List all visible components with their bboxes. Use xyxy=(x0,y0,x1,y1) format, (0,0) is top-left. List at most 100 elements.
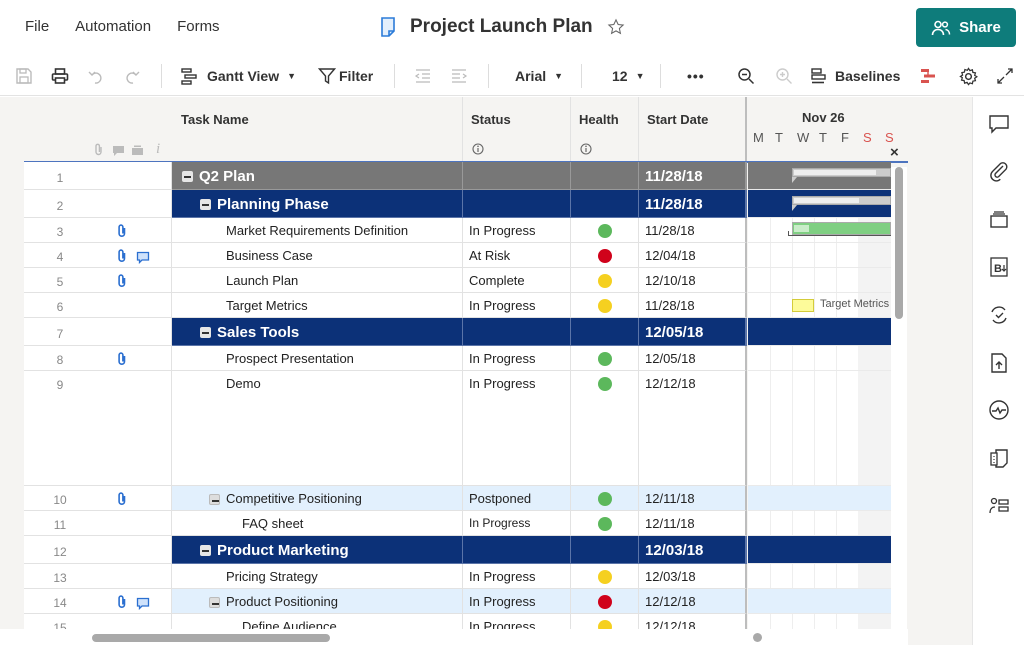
attachment-icon[interactable] xyxy=(116,274,128,288)
gantt-task-bar[interactable] xyxy=(792,222,891,235)
start-date-cell[interactable]: 12/12/18 xyxy=(639,371,747,486)
status-cell[interactable]: In Progress xyxy=(463,511,571,536)
start-date-cell[interactable]: 12/11/18 xyxy=(639,511,747,536)
activity-log-icon[interactable] xyxy=(988,399,1010,421)
table-row[interactable]: 5 Launch Plan Complete 12/10/18 xyxy=(24,268,747,293)
critical-path-button[interactable] xyxy=(919,56,937,96)
attachment-icon[interactable] xyxy=(116,352,128,366)
zoom-in-button[interactable] xyxy=(775,56,793,96)
indent-button[interactable] xyxy=(450,56,468,96)
start-date-cell[interactable]: 12/10/18 xyxy=(639,268,747,293)
health-cell[interactable] xyxy=(571,293,639,318)
menu-file[interactable]: File xyxy=(25,18,49,35)
publish-icon[interactable] xyxy=(988,352,1010,374)
health-cell[interactable] xyxy=(571,371,639,486)
health-cell[interactable] xyxy=(571,346,639,371)
start-date-cell[interactable]: 11/28/18 xyxy=(639,190,747,218)
start-date-cell[interactable]: 12/12/18 xyxy=(639,589,747,614)
collapse-toggle-icon[interactable] xyxy=(200,199,211,210)
attachment-icon[interactable] xyxy=(116,249,128,263)
health-cell[interactable] xyxy=(571,564,639,589)
table-row[interactable]: 4 Business Case At Risk 12/04/18 xyxy=(24,243,747,268)
favorite-star-icon[interactable] xyxy=(607,18,625,36)
comment-icon[interactable] xyxy=(136,597,150,610)
horizontal-scroll-thumb[interactable] xyxy=(92,634,330,642)
health-cell[interactable] xyxy=(571,486,639,511)
vertical-scrollbar[interactable] xyxy=(891,167,907,637)
update-requests-icon[interactable] xyxy=(988,304,1010,326)
baselines-button[interactable]: Baselines xyxy=(810,56,900,96)
close-icon[interactable]: × xyxy=(890,144,899,161)
attachment-icon[interactable] xyxy=(116,595,128,609)
status-cell[interactable]: At Risk xyxy=(463,243,571,268)
table-row[interactable]: 10 Competitive Positioning Postponed 12/11/… xyxy=(24,486,747,511)
task-name-cell[interactable]: Demo xyxy=(172,371,463,486)
status-cell[interactable]: Postponed xyxy=(463,486,571,511)
collapse-toggle-icon[interactable] xyxy=(200,327,211,338)
start-date-cell[interactable]: 12/05/18 xyxy=(639,346,747,371)
task-name-cell[interactable]: Business Case xyxy=(172,243,463,268)
attachments-icon[interactable] xyxy=(988,160,1010,182)
start-date-cell[interactable]: 12/04/18 xyxy=(639,243,747,268)
comment-icon[interactable] xyxy=(136,251,150,264)
share-button[interactable]: Share xyxy=(916,8,1016,47)
status-cell[interactable]: In Progress xyxy=(463,589,571,614)
table-row[interactable]: 12 Product Marketing 12/03/18 xyxy=(24,536,747,564)
table-row[interactable]: 6 Target Metrics In Progress 11/28/18 xyxy=(24,293,747,318)
table-row[interactable]: 7 Sales Tools 12/05/18 xyxy=(24,318,747,346)
info-icon[interactable] xyxy=(472,143,484,155)
status-cell[interactable]: Complete xyxy=(463,268,571,293)
column-header-health[interactable]: Health xyxy=(571,97,639,162)
summary-icon[interactable] xyxy=(988,447,1010,469)
comments-icon[interactable] xyxy=(988,113,1010,135)
task-name-cell[interactable]: Target Metrics xyxy=(172,293,463,318)
health-cell[interactable] xyxy=(571,318,639,346)
status-cell[interactable]: In Progress xyxy=(463,564,571,589)
collapse-toggle-icon[interactable] xyxy=(200,545,211,556)
health-cell[interactable] xyxy=(571,511,639,536)
row-number[interactable]: 11 xyxy=(24,511,96,536)
row-number[interactable]: 7 xyxy=(24,318,96,346)
fullscreen-button[interactable] xyxy=(996,56,1014,96)
health-cell[interactable] xyxy=(571,218,639,243)
status-cell[interactable] xyxy=(463,536,571,564)
gantt-scroll-thumb[interactable] xyxy=(753,633,762,642)
row-number[interactable]: 8 xyxy=(24,346,96,371)
row-number[interactable]: 6 xyxy=(24,293,96,318)
row-number[interactable]: 2 xyxy=(24,190,96,218)
undo-button[interactable] xyxy=(87,56,105,96)
row-number[interactable]: 3 xyxy=(24,218,96,243)
gantt-summary-bar[interactable] xyxy=(792,168,891,177)
gantt-summary-bar[interactable] xyxy=(792,196,891,205)
row-number[interactable]: 12 xyxy=(24,536,96,564)
briefcase-icon[interactable]: B xyxy=(988,256,1010,278)
row-number[interactable]: 14 xyxy=(24,589,96,614)
task-name-cell[interactable]: Market Requirements Definition xyxy=(172,218,463,243)
collapse-toggle-icon[interactable] xyxy=(209,494,220,505)
task-name-cell[interactable]: Product Positioning xyxy=(172,589,463,614)
table-row[interactable]: 8 Prospect Presentation In Progress 12/05/1… xyxy=(24,346,747,371)
status-cell[interactable] xyxy=(463,190,571,218)
start-date-cell[interactable]: 12/03/18 xyxy=(639,564,747,589)
sheet-title[interactable]: Project Launch Plan xyxy=(410,16,593,38)
start-date-cell[interactable]: 12/05/18 xyxy=(639,318,747,346)
health-cell[interactable] xyxy=(571,536,639,564)
health-cell[interactable] xyxy=(571,589,639,614)
task-name-cell[interactable]: Q2 Plan xyxy=(172,162,463,190)
font-size-select[interactable]: 12 ▼ xyxy=(612,56,645,96)
row-number[interactable]: 9 xyxy=(24,371,96,486)
proofs-icon[interactable] xyxy=(988,208,1010,230)
column-header-start-date[interactable]: Start Date xyxy=(639,97,747,162)
task-name-cell[interactable]: Prospect Presentation xyxy=(172,346,463,371)
status-cell[interactable] xyxy=(463,318,571,346)
font-family-select[interactable]: Arial ▼ xyxy=(515,56,563,96)
task-name-cell[interactable]: FAQ sheet xyxy=(172,511,463,536)
start-date-cell[interactable]: 12/11/18 xyxy=(639,486,747,511)
task-name-cell[interactable]: Sales Tools xyxy=(172,318,463,346)
column-header-task[interactable]: Task Name xyxy=(172,97,463,162)
menu-automation[interactable]: Automation xyxy=(75,18,151,35)
more-button[interactable]: ••• xyxy=(687,56,705,96)
task-name-cell[interactable]: Product Marketing xyxy=(172,536,463,564)
info-icon[interactable] xyxy=(580,143,592,155)
attachment-icon[interactable] xyxy=(116,224,128,238)
